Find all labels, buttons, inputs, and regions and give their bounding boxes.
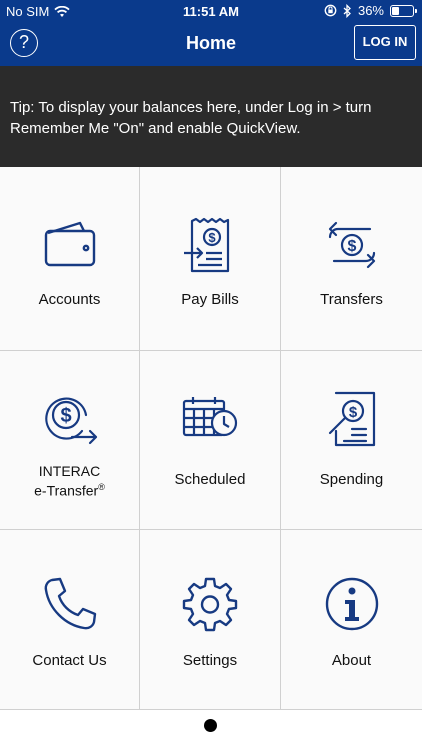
pay-bills-tile[interactable]: $ Pay Bills [140, 167, 281, 351]
spending-tile[interactable]: $ Spending [281, 351, 422, 530]
interac-etransfer-label: INTERAC e-Transfer® [0, 463, 139, 499]
battery-percent: 36% [357, 3, 384, 18]
contact-us-tile[interactable]: Contact Us [0, 530, 140, 710]
pay-bills-label: Pay Bills [181, 291, 239, 308]
svg-text:$: $ [208, 230, 216, 245]
calendar-clock-icon [182, 397, 238, 437]
info-icon [325, 577, 378, 631]
tip-banner: Tip: To display your balances here, unde… [0, 66, 422, 167]
page-indicator [0, 710, 422, 750]
scheduled-label: Scheduled [174, 471, 246, 488]
interac-label-line1: INTERAC [38, 463, 101, 479]
phone-icon [44, 577, 96, 630]
contact-us-label: Contact Us [32, 652, 107, 669]
settings-label: Settings [182, 652, 238, 669]
status-bar: No SIM 11:51 AM 36% [0, 0, 422, 24]
settings-tile[interactable]: Settings [140, 530, 281, 710]
registered-mark: ® [98, 482, 105, 492]
interac-etransfer-tile[interactable]: $ INTERAC e-Transfer® [0, 351, 140, 530]
accounts-label: Accounts [38, 291, 101, 308]
transfer-icon: $ [328, 221, 375, 269]
svg-text:$: $ [60, 405, 71, 427]
interac-label-line2: e-Transfer [34, 482, 99, 499]
login-button[interactable]: LOG IN [354, 25, 416, 60]
spending-report-icon: $ [328, 391, 375, 447]
accounts-tile[interactable]: Accounts [0, 167, 140, 351]
nav-bar: ? Home LOG IN [0, 24, 422, 66]
battery-icon [390, 4, 417, 17]
svg-text:$: $ [348, 404, 357, 421]
transfers-tile[interactable]: $ Transfers [281, 167, 422, 351]
about-tile[interactable]: About [281, 530, 422, 710]
page-dot[interactable] [204, 719, 217, 732]
svg-text:$: $ [347, 238, 356, 255]
wallet-icon [44, 221, 95, 267]
spending-label: Spending [319, 471, 384, 488]
about-label: About [331, 652, 372, 669]
help-button[interactable]: ? [10, 29, 38, 57]
tip-text: Tip: To display your balances here, unde… [10, 99, 372, 137]
bluetooth-icon [343, 3, 351, 18]
bill-icon: $ [184, 217, 230, 273]
gear-icon [182, 577, 238, 632]
scheduled-tile[interactable]: Scheduled [140, 351, 281, 530]
orientation-lock-icon [324, 4, 337, 17]
home-menu-grid: Accounts $ Pay Bills $ Transfers $ INTER… [0, 167, 422, 710]
etransfer-icon: $ [44, 397, 97, 445]
transfers-label: Transfers [320, 291, 383, 308]
